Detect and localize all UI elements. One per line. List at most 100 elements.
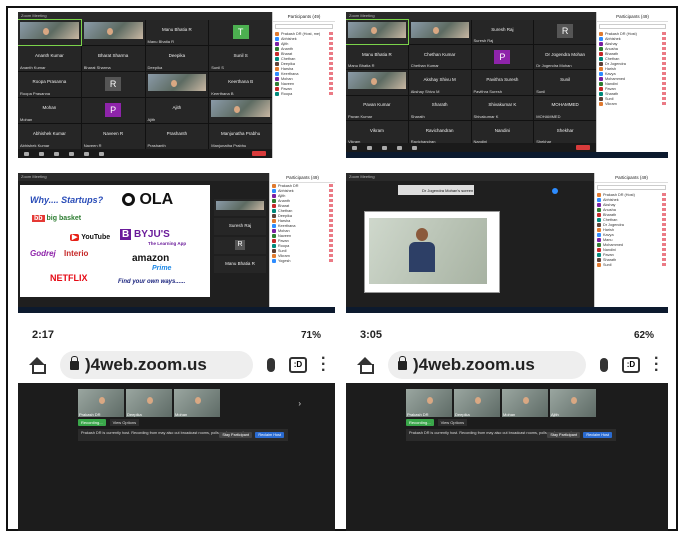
video-tile[interactable]: Mohan xyxy=(502,389,548,417)
video-tile[interactable]: Sunil Sunil xyxy=(534,70,596,95)
video-tile[interactable]: Nandini Nandini xyxy=(471,120,534,145)
video-tile[interactable]: Manjunatha Prabhu Manjunatha Prabhu xyxy=(209,124,272,149)
video-tile[interactable]: Pavan Kumar Pavan Kumar xyxy=(346,95,408,120)
tabs-icon[interactable]: :D xyxy=(289,357,307,373)
reclaim-host-button[interactable]: Reclaim Host xyxy=(255,432,284,438)
home-icon[interactable] xyxy=(356,357,374,374)
video-tile[interactable] xyxy=(18,19,82,46)
share-status-icon[interactable] xyxy=(552,188,558,194)
video-tile[interactable]: Keerthana B Keerthana B xyxy=(209,72,272,97)
byjus-text: BYJU'S xyxy=(134,229,170,240)
video-tile[interactable]: Dr Jogendra Mohan Dr Jogendra Mohan xyxy=(534,45,596,70)
participant-search-input[interactable] xyxy=(275,24,333,29)
video-tile[interactable]: Deepika xyxy=(454,389,500,417)
microphone-icon[interactable] xyxy=(600,358,608,372)
video-tile[interactable]: P xyxy=(81,98,145,123)
chat-icon[interactable] xyxy=(69,151,74,156)
video-tile[interactable]: Ananth Kumar Ananth Kumar xyxy=(18,46,81,71)
video-tile[interactable]: Chethan Kumar Chethan Kumar xyxy=(408,45,471,70)
video-tile[interactable]: Manu Bhatia R Manu Bhatia R xyxy=(145,20,209,45)
video-tile[interactable] xyxy=(346,18,409,46)
end-button[interactable] xyxy=(252,151,266,156)
video-tile[interactable]: Pavithra Suresh Pavithra Suresh xyxy=(471,70,534,95)
video-icon[interactable] xyxy=(39,151,44,156)
video-tile[interactable]: R xyxy=(214,237,266,254)
muted-mic-icon xyxy=(662,97,666,100)
video-tile[interactable]: Suresh Raj Suresh Raj xyxy=(471,20,534,45)
video-tile[interactable]: Deepika xyxy=(126,389,172,417)
share-icon[interactable] xyxy=(84,151,89,156)
video-tile[interactable]: Ajith Ajith xyxy=(145,98,209,123)
video-tile[interactable]: Ravichandran Ravichandran xyxy=(408,120,471,145)
web-zoom-area: Prakash DR Deepika Mohan Ajith Recording...… xyxy=(346,383,668,531)
participant-name-center: Suresh Raj xyxy=(228,222,252,228)
home-icon[interactable] xyxy=(28,357,46,374)
mute-icon[interactable] xyxy=(24,151,29,156)
participant-name-center: Nandini xyxy=(494,127,510,133)
record-icon[interactable] xyxy=(99,151,104,156)
video-tile[interactable]: Suresh Raj xyxy=(214,218,266,235)
video-tile[interactable]: Prakash DR xyxy=(406,389,452,417)
video-tile[interactable]: Sharath Sharath xyxy=(408,95,471,120)
video-tile[interactable]: P xyxy=(471,45,534,70)
participant-row[interactable]: Yogesh xyxy=(270,258,335,263)
view-options-button[interactable]: View Options xyxy=(109,419,140,426)
tabs-icon[interactable]: :D xyxy=(622,357,640,373)
video-tile[interactable]: Manu Bhatia R Manu Bhatia R xyxy=(346,45,408,70)
video-tile[interactable]: Vikram Vikram xyxy=(346,120,408,145)
video-tile[interactable]: Naveen R Naveen R xyxy=(81,124,145,149)
menu-icon[interactable]: · · · xyxy=(654,351,659,379)
reclaim-host-button[interactable]: Reclaim Host xyxy=(583,432,612,438)
participant-search-input[interactable] xyxy=(597,185,666,190)
video-tile[interactable] xyxy=(408,20,471,45)
video-tile[interactable] xyxy=(145,72,209,97)
url-bar[interactable]: )4web.zoom.us xyxy=(60,351,253,379)
video-tile[interactable] xyxy=(81,20,145,45)
video-tile[interactable]: R xyxy=(81,72,145,97)
video-tile[interactable]: Ajith xyxy=(550,389,596,417)
video-tile[interactable]: Abhishek Kumar Abhishek Kumar xyxy=(18,124,81,149)
stay-participant-button[interactable]: Stay Participant xyxy=(219,432,252,438)
chat-icon[interactable] xyxy=(397,145,402,150)
video-tile[interactable] xyxy=(346,70,408,95)
participants-icon[interactable] xyxy=(54,151,59,156)
video-tile[interactable] xyxy=(209,98,272,123)
participant-name: Prakash DR (Host) xyxy=(603,192,635,197)
participants-icon[interactable] xyxy=(382,145,387,150)
participant-row[interactable]: Roopa xyxy=(273,91,335,96)
view-options-button[interactable]: View Options xyxy=(437,419,468,426)
url-bar[interactable]: )4web.zoom.us xyxy=(388,351,586,379)
stay-participant-button[interactable]: Stay Participant xyxy=(547,432,580,438)
video-tile[interactable]: Sunil S Sunil S xyxy=(209,46,272,71)
menu-icon[interactable]: · · · xyxy=(321,351,326,379)
participant-row[interactable]: Vikram xyxy=(597,101,668,106)
video-tile[interactable]: Akshay Shivu M Akshay Shivu M xyxy=(408,70,471,95)
participant-row[interactable]: Sunil xyxy=(595,262,668,267)
video-tile[interactable]: Shivakumar K Shivakumar K xyxy=(471,95,534,120)
shared-screen xyxy=(364,211,500,293)
participant-avatar-icon xyxy=(599,46,603,51)
next-page-icon[interactable]: › xyxy=(298,399,301,408)
microphone-icon[interactable] xyxy=(267,358,275,372)
video-tile[interactable]: Mohan Mohan xyxy=(18,98,81,123)
meeting-controls xyxy=(18,149,272,158)
video-tile[interactable]: R xyxy=(534,20,596,45)
video-tile[interactable]: T xyxy=(209,20,272,45)
participant-search-input[interactable] xyxy=(599,24,666,29)
video-tile[interactable]: Shekhar Shekhar xyxy=(534,120,596,145)
video-tile[interactable]: Deepika Deepika xyxy=(145,46,209,71)
share-icon[interactable] xyxy=(412,145,417,150)
participant-avatar-icon xyxy=(597,242,601,247)
video-tile[interactable]: Bharat Sharma Bharat Sharma xyxy=(81,46,145,71)
video-tile[interactable]: Prakash DR xyxy=(78,389,124,417)
video-tile[interactable]: Prashanth Prashanth xyxy=(145,124,209,149)
video-icon[interactable] xyxy=(367,145,372,150)
video-tile[interactable]: Roopa Prasanna Roopa Prasanna xyxy=(18,72,81,97)
video-tile[interactable]: Mohan xyxy=(174,389,220,417)
end-button[interactable] xyxy=(576,145,590,150)
video-tile[interactable] xyxy=(214,199,266,216)
participant-name-center: Vikram xyxy=(369,127,384,133)
video-tile[interactable]: Manu Bhatia R xyxy=(214,256,266,273)
video-tile[interactable]: MOHAMMED MOHAMMED xyxy=(534,95,596,120)
mute-icon[interactable] xyxy=(352,145,357,150)
